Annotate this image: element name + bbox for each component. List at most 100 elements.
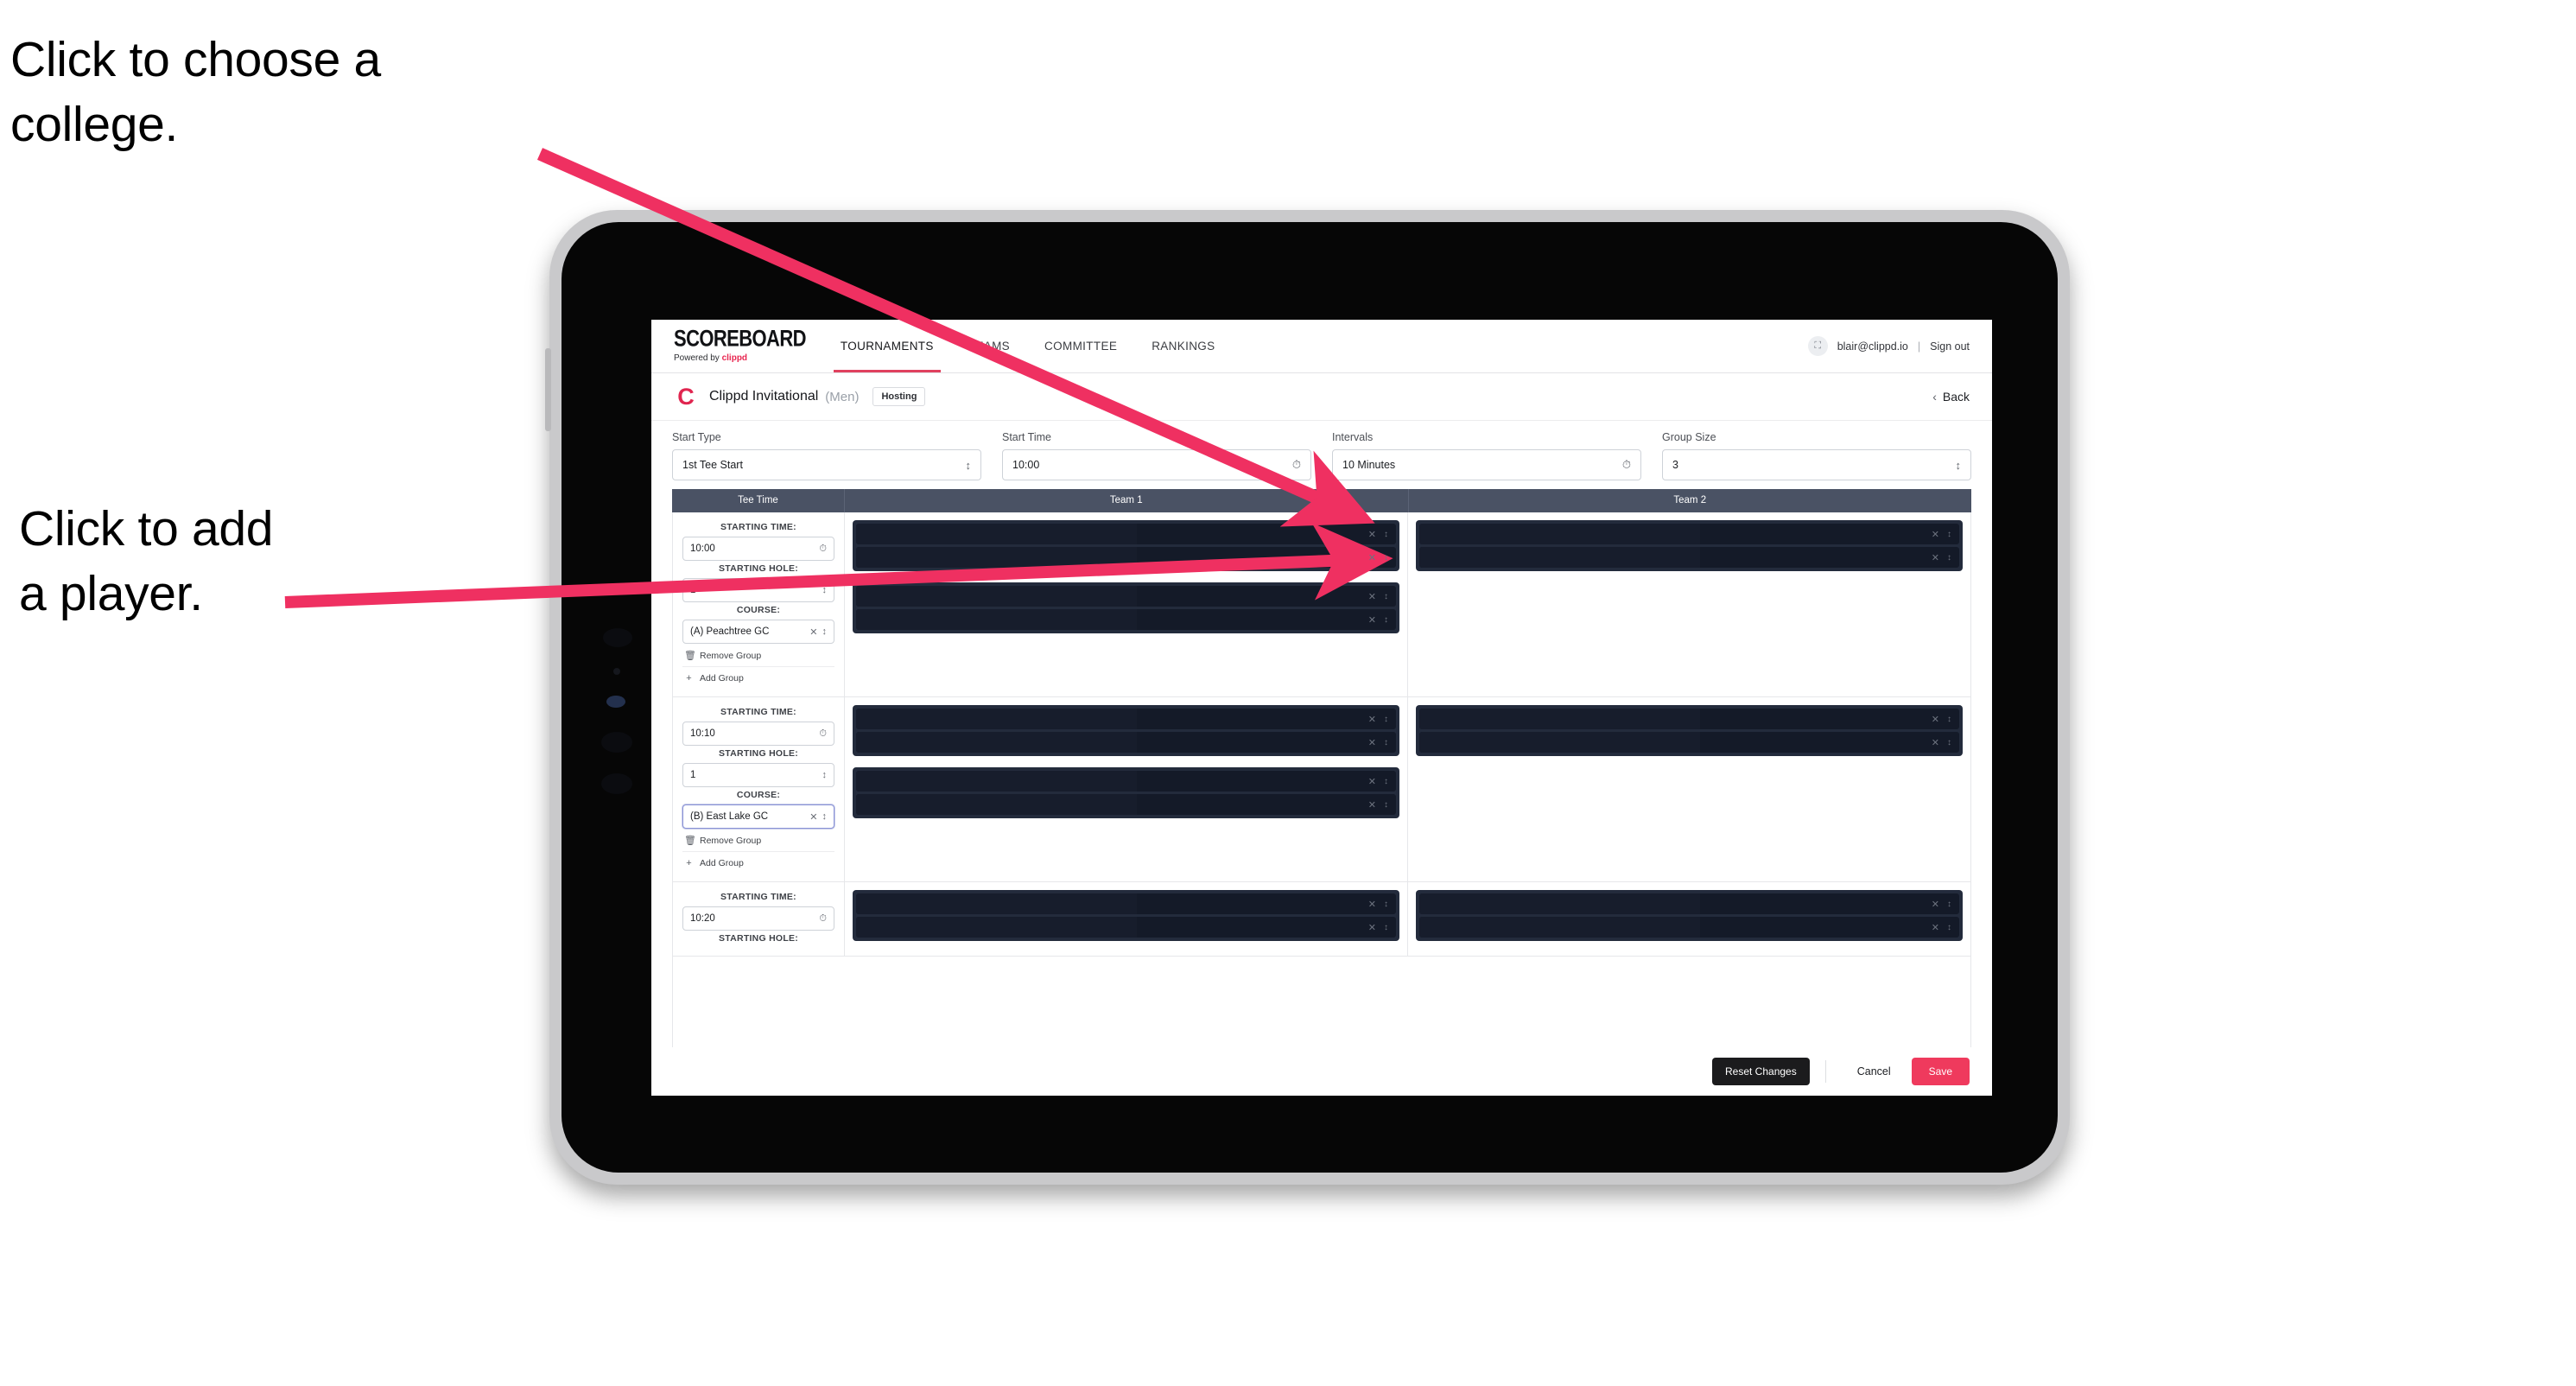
intervals-input[interactable]: 10 Minutes ⏱ [1332,449,1641,480]
player-group[interactable]: ✕ ↕ ✕ ↕ [1416,705,1963,756]
stepper-icon[interactable]: ↕ [1384,592,1388,601]
clear-icon[interactable]: ✕ [1368,591,1376,602]
clear-icon[interactable]: ✕ [1932,714,1939,725]
course-select[interactable]: (A) Peachtree GC ✕ ↕ [682,620,834,644]
nav-tab-rankings[interactable]: RANKINGS [1134,320,1232,372]
starting-hole-stepper[interactable]: 1 ↕ [682,578,834,602]
clear-icon[interactable]: ✕ [1368,776,1376,787]
player-slot[interactable]: ✕ ↕ [1419,732,1959,753]
stepper-icon[interactable]: ↕ [1947,530,1951,539]
clear-icon[interactable]: ✕ [1932,737,1939,748]
clear-icon[interactable]: ✕ [1368,737,1376,748]
stepper-icon[interactable]: ↕ [1947,553,1951,563]
player-slot[interactable]: ✕ ↕ [856,794,1396,815]
player-slot[interactable]: ✕ ↕ [856,732,1396,753]
clear-icon[interactable]: ✕ [1368,529,1376,540]
stepper-icon[interactable]: ↕ [822,811,828,822]
clock-icon[interactable]: ⏱ [1622,458,1631,472]
cancel-button[interactable]: Cancel [1842,1065,1907,1078]
clear-icon[interactable]: ✕ [809,811,817,823]
player-slot[interactable]: ✕ ↕ [856,547,1396,568]
player-group[interactable]: ✕ ↕ ✕ ↕ [1416,520,1963,571]
back-button[interactable]: ‹ Back [1932,390,1970,404]
stepper-icon[interactable]: ↕ [1947,715,1951,724]
player-group[interactable]: ✕ ↕ ✕ ↕ [853,705,1399,756]
reset-changes-button[interactable]: Reset Changes [1712,1058,1810,1085]
stepper-icon[interactable]: ↕ [822,770,828,780]
clock-icon[interactable]: ⏱ [1292,458,1301,472]
stepper-icon[interactable]: ↕ [1384,923,1388,932]
user-avatar-icon[interactable]: ⛶ [1807,336,1828,356]
player-slot[interactable]: ✕ ↕ [1419,709,1959,729]
player-group[interactable]: ✕ ↕ ✕ ↕ [853,520,1399,571]
player-slot[interactable]: ✕ ↕ [856,893,1396,914]
clear-icon[interactable]: ✕ [1368,714,1376,725]
clear-icon[interactable]: ✕ [1932,899,1939,910]
player-group[interactable]: ✕ ↕ ✕ ↕ [1416,890,1963,941]
add-group-button[interactable]: + Add Group [682,852,834,874]
clear-icon[interactable]: ✕ [1368,899,1376,910]
stepper-icon[interactable]: ↕ [1947,738,1951,747]
stepper-icon[interactable]: ↕ [1384,900,1388,909]
starting-hole-stepper[interactable]: 1 ↕ [682,763,834,787]
stepper-icon[interactable]: ↕ [1384,530,1388,539]
remove-group-button[interactable]: 🗑 Remove Group [682,829,834,852]
clear-icon[interactable]: ✕ [1368,799,1376,811]
stepper-icon[interactable]: ↕ [966,459,972,472]
player-slot[interactable]: ✕ ↕ [1419,524,1959,544]
add-group-label: Add Group [700,858,744,868]
stepper-icon[interactable]: ↕ [1384,800,1388,810]
stepper-icon[interactable]: ↕ [1384,615,1388,625]
clear-icon[interactable]: ✕ [1368,552,1376,563]
player-slot[interactable]: ✕ ↕ [856,609,1396,630]
remove-group-button[interactable]: 🗑 Remove Group [682,644,834,667]
start-time-input[interactable]: 10:00 ⏱ [1002,449,1311,480]
stepper-icon[interactable]: ↕ [1384,553,1388,563]
clock-icon[interactable]: ⏱ [819,728,827,740]
clock-icon[interactable]: ⏱ [819,913,827,925]
player-slot[interactable]: ✕ ↕ [1419,547,1959,568]
player-slot[interactable]: ✕ ↕ [856,586,1396,607]
stepper-icon[interactable]: ↕ [822,626,828,637]
clock-icon[interactable]: ⏱ [819,544,827,555]
player-name-redacted [1419,893,1932,914]
starting-time-input[interactable]: 10:10 ⏱ [682,722,834,746]
starting-time-input[interactable]: 10:00 ⏱ [682,537,834,561]
starting-time-input[interactable]: 10:20 ⏱ [682,906,834,931]
clear-icon[interactable]: ✕ [1368,614,1376,626]
stepper-icon[interactable]: ↕ [1947,900,1951,909]
course-select[interactable]: (B) East Lake GC ✕ ↕ [682,804,834,829]
clear-icon[interactable]: ✕ [1932,922,1939,933]
nav-tab-committee[interactable]: COMMITTEE [1027,320,1134,372]
stepper-icon[interactable]: ↕ [1384,715,1388,724]
player-slot[interactable]: ✕ ↕ [1419,893,1959,914]
player-slot[interactable]: ✕ ↕ [856,524,1396,544]
clear-icon[interactable]: ✕ [809,626,817,638]
clear-icon[interactable]: ✕ [1932,552,1939,563]
add-group-button[interactable]: + Add Group [682,667,834,689]
player-slot[interactable]: ✕ ↕ [856,709,1396,729]
player-group[interactable]: ✕ ↕ ✕ ↕ [853,767,1399,818]
stepper-icon[interactable]: ↕ [822,585,828,595]
sign-out-link[interactable]: Sign out [1930,340,1970,353]
clear-icon[interactable]: ✕ [1932,529,1939,540]
brand-logo[interactable]: SCOREBOARD Powered by clippd [651,320,823,372]
nav-tab-tournaments[interactable]: TOURNAMENTS [823,320,951,372]
account-separator: | [1917,340,1921,353]
player-group[interactable]: ✕ ↕ ✕ ↕ [853,890,1399,941]
player-slot[interactable]: ✕ ↕ [1419,917,1959,938]
nav-tab-teams[interactable]: TEAMS [951,320,1027,372]
back-button-label: Back [1942,390,1970,404]
player-slot[interactable]: ✕ ↕ [856,917,1396,938]
stepper-icon[interactable]: ↕ [1384,777,1388,786]
stepper-icon[interactable]: ↕ [1956,459,1962,472]
player-group[interactable]: ✕ ↕ ✕ ↕ [853,582,1399,633]
group-size-stepper[interactable]: 3 ↕ [1662,449,1971,480]
player-slot[interactable]: ✕ ↕ [856,771,1396,792]
stepper-icon[interactable]: ↕ [1384,738,1388,747]
stepper-icon[interactable]: ↕ [1947,923,1951,932]
save-button[interactable]: Save [1911,1058,1970,1085]
start-type-select[interactable]: 1st Tee Start ↕ [672,449,981,480]
clear-icon[interactable]: ✕ [1368,922,1376,933]
tee-sheet-table-body[interactable]: STARTING TIME: 10:00 ⏱ STARTING HOLE: 1 … [672,512,1971,1047]
